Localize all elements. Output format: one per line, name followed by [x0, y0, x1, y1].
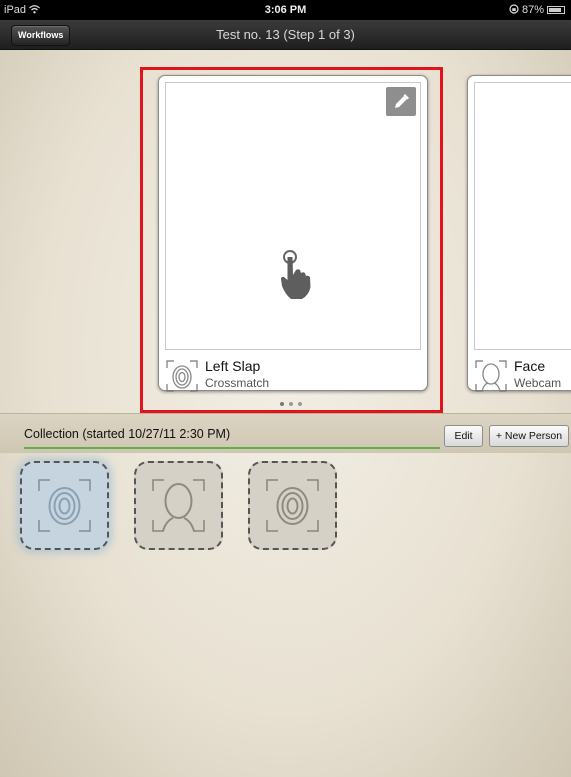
- battery-indicator: 87%: [509, 0, 565, 20]
- battery-icon: [547, 6, 565, 15]
- page-dot: [280, 402, 284, 406]
- battery-percent: 87%: [521, 4, 544, 16]
- face-icon: [152, 479, 205, 532]
- card-title: Face: [514, 358, 546, 374]
- capture-card-left-slap[interactable]: Left Slap Crossmatch: [158, 75, 428, 392]
- collection-label: Collection (started 10/27/11 2:30 PM): [24, 427, 231, 441]
- collection-slot-fingerprint[interactable]: [248, 461, 337, 550]
- card-subtitle: Crossmatch: [205, 376, 270, 390]
- page-dot: [298, 402, 302, 406]
- capture-canvas[interactable]: [474, 82, 571, 350]
- fingerprint-icon: [38, 479, 91, 532]
- card-subtitle: Webcam: [514, 376, 562, 390]
- collection-bar: Collection (started 10/27/11 2:30 PM) Ed…: [0, 413, 571, 453]
- collection-progress-line: [24, 447, 440, 449]
- capture-canvas[interactable]: [165, 82, 421, 350]
- lock-rotation-icon: [509, 4, 522, 16]
- hand-tap-icon: [278, 249, 314, 306]
- status-time: 3:06 PM: [264, 4, 307, 16]
- collection-slot-face[interactable]: [134, 461, 223, 550]
- screen: iPad 3:06 PM 87% Workflows Test no. 13 (…: [0, 0, 571, 777]
- face-icon: [474, 359, 508, 393]
- status-bar: iPad 3:06 PM 87%: [0, 0, 571, 20]
- new-person-button[interactable]: + New Person: [489, 425, 569, 447]
- card-footer: Left Slap Crossmatch: [165, 356, 421, 396]
- pencil-icon[interactable]: [386, 87, 416, 116]
- edit-button[interactable]: Edit: [444, 425, 483, 447]
- page-indicator[interactable]: [280, 402, 310, 410]
- card-title: Left Slap: [205, 358, 261, 374]
- page-title: Test no. 13 (Step 1 of 3): [216, 27, 355, 42]
- collection-slot-left-slap[interactable]: [20, 461, 109, 550]
- page-dot: [289, 402, 293, 406]
- card-footer: Face Webcam: [474, 356, 571, 396]
- capture-card-face[interactable]: Face Webcam: [467, 75, 571, 392]
- fingerprint-icon: [165, 359, 199, 393]
- navigation-bar: Workflows Test no. 13 (Step 1 of 3): [0, 20, 571, 50]
- fingerprint-icon: [266, 479, 319, 532]
